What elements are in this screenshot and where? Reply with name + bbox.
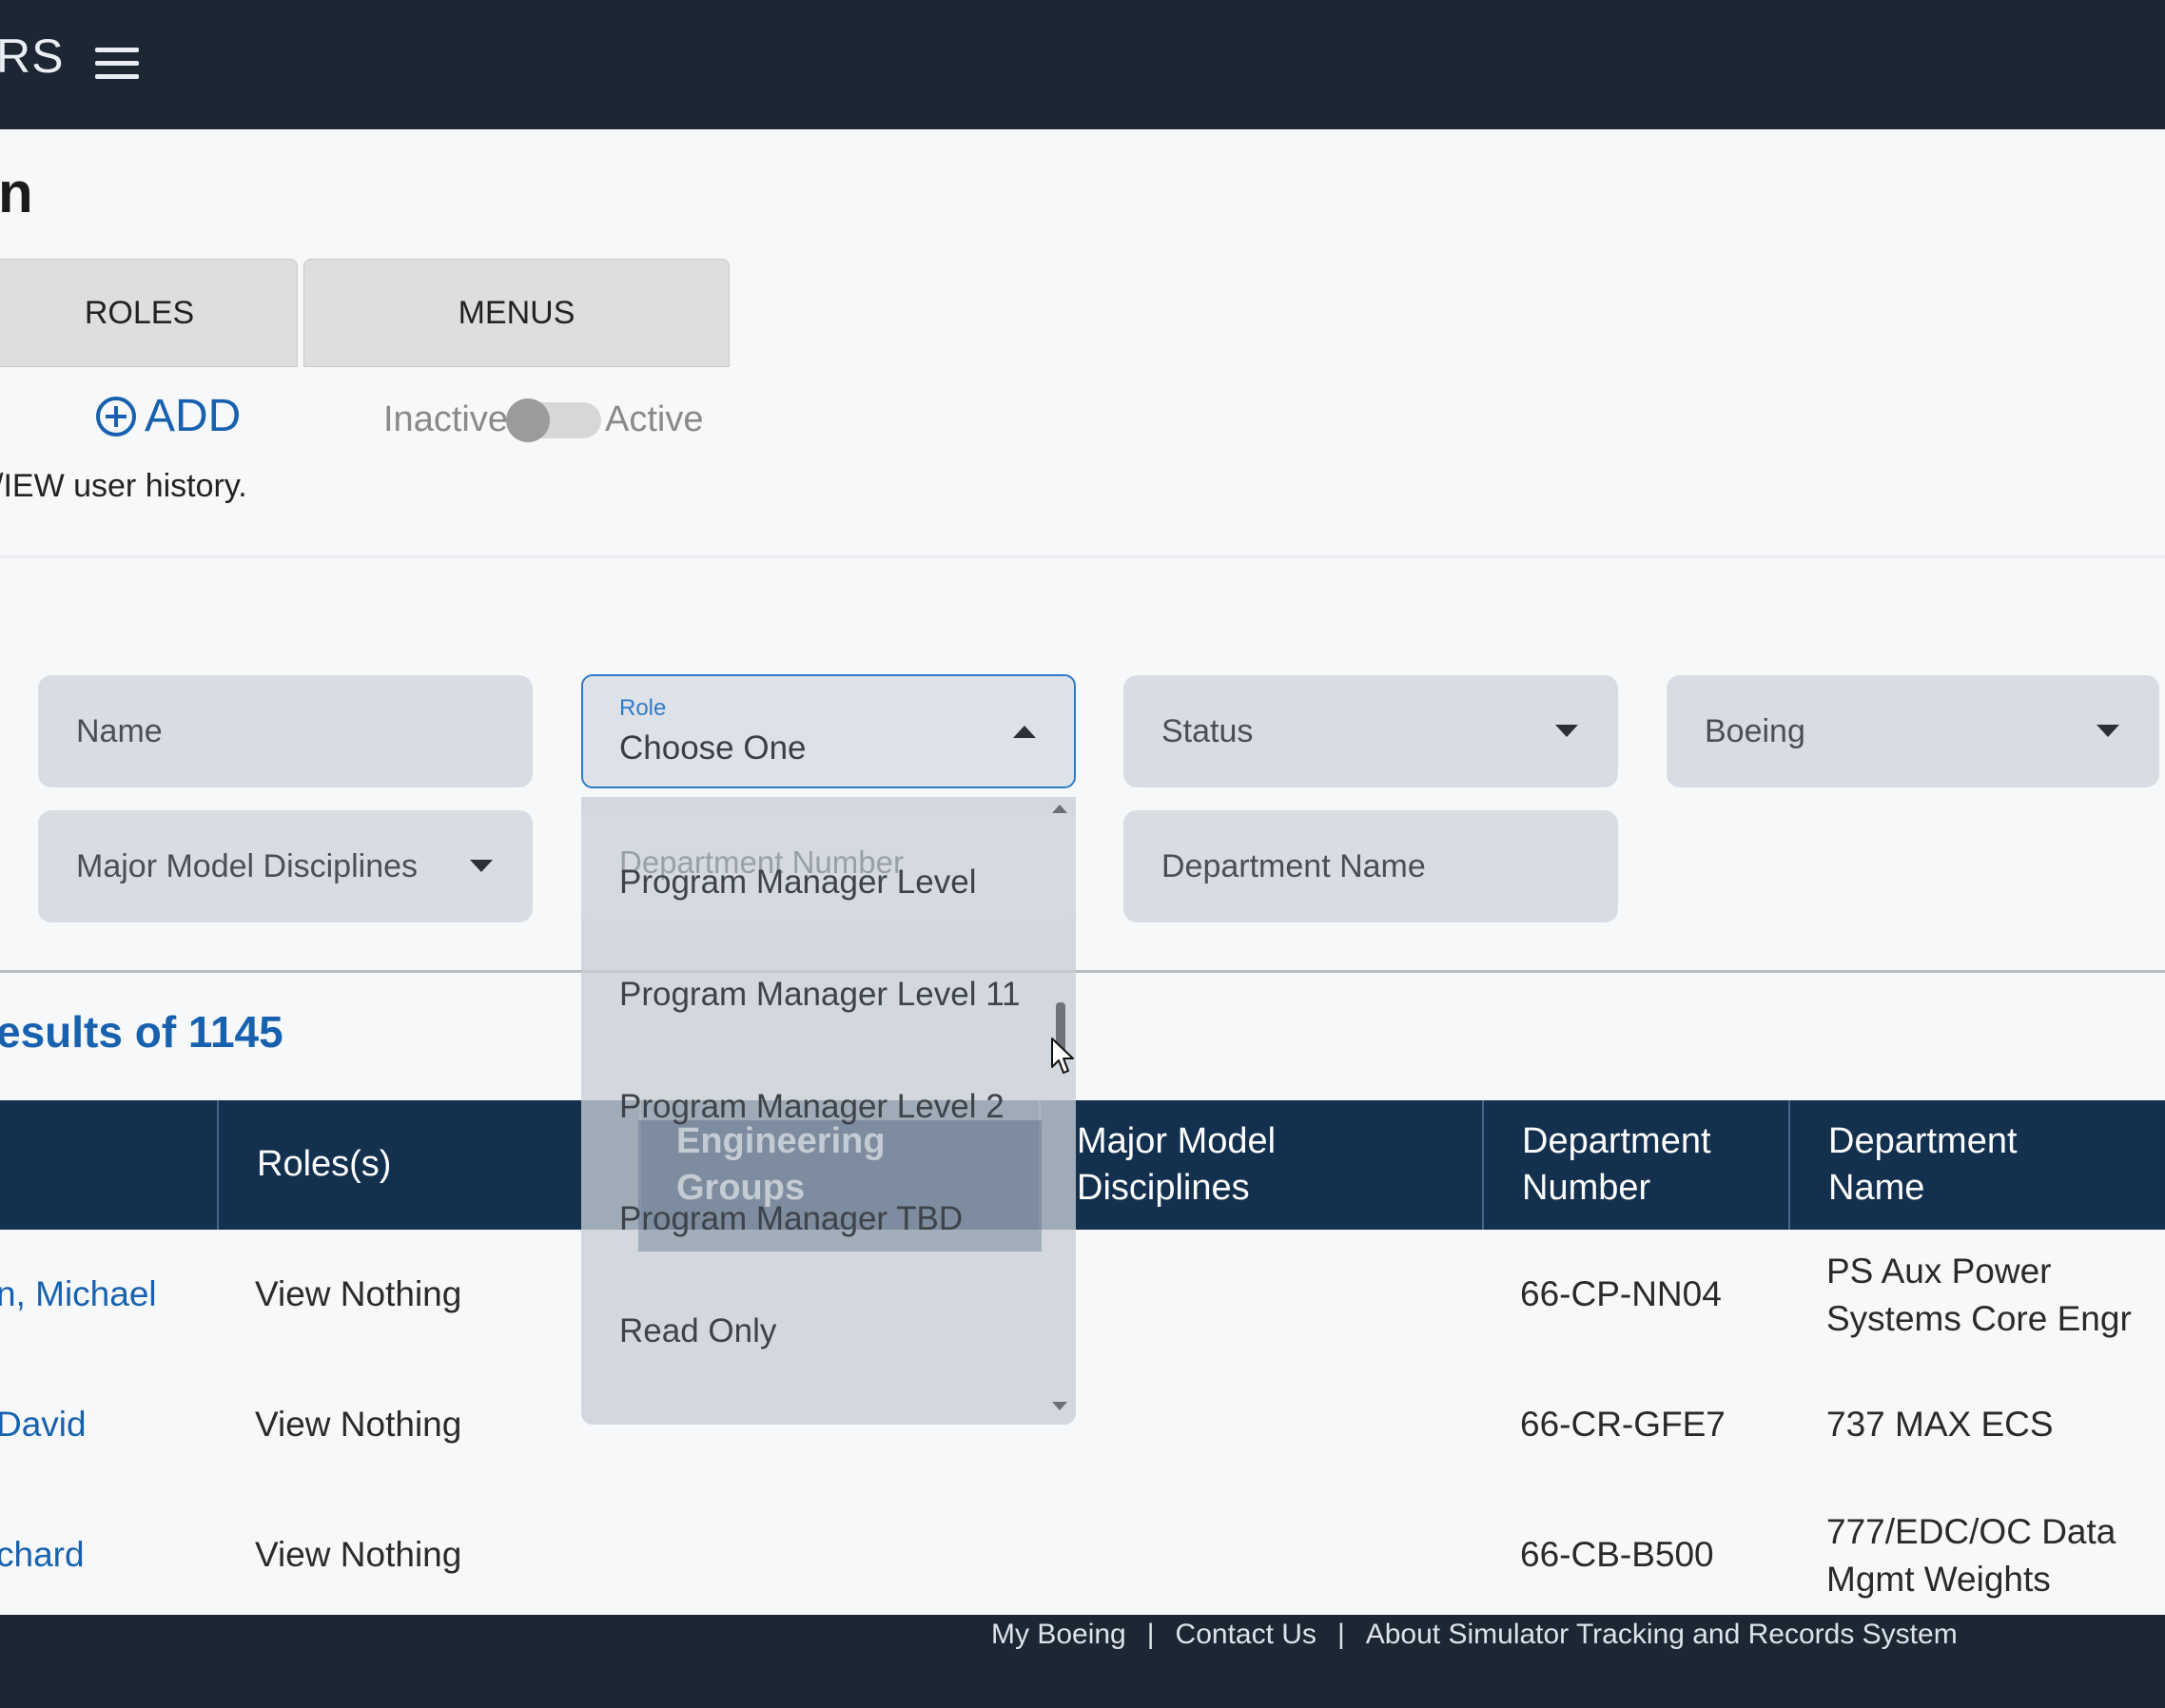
- user-role: View Nothing: [255, 1405, 462, 1444]
- col-header-major-model-disciplines[interactable]: Major Model Disciplines: [1077, 1100, 1362, 1230]
- user-dept-number: 66-CR-GFE7: [1520, 1405, 1726, 1444]
- footer-link-my-boeing[interactable]: My Boeing: [991, 1619, 1126, 1650]
- user-dept-number: 66-CB-B500: [1520, 1535, 1714, 1574]
- user-dept-number: 66-CP-NN04: [1520, 1274, 1722, 1313]
- user-name-link[interactable]: n, Michael: [0, 1271, 157, 1318]
- user-dept-name: 737 MAX ECS: [1826, 1405, 2054, 1444]
- status-select[interactable]: Status: [1123, 675, 1618, 787]
- tab-roles[interactable]: ROLES: [0, 259, 298, 367]
- footer-separator: |: [1336, 1619, 1345, 1650]
- role-option[interactable]: Program Manager Level: [619, 864, 976, 902]
- user-role: View Nothing: [255, 1274, 462, 1313]
- scroll-up-arrow-icon[interactable]: [1052, 805, 1067, 813]
- major-model-disciplines-select[interactable]: Major Model Disciplines: [38, 810, 533, 922]
- plus-circle-icon: [96, 396, 136, 437]
- add-button[interactable]: ADD: [95, 390, 241, 442]
- role-option[interactable]: Program Manager Level 11: [619, 976, 1021, 1014]
- role-option[interactable]: Program Manager TBD: [619, 1200, 963, 1238]
- user-name-link[interactable]: David: [0, 1401, 87, 1448]
- footer-link-contact-us[interactable]: Contact Us: [1176, 1619, 1317, 1650]
- app-logo-text[interactable]: RS: [0, 29, 64, 84]
- name-filter-input[interactable]: Name: [38, 675, 533, 787]
- company-select-value: Boeing: [1705, 712, 1805, 749]
- hamburger-menu-icon[interactable]: [95, 48, 139, 80]
- department-name-placeholder: Department Name: [1161, 847, 1426, 884]
- department-name-input[interactable]: Department Name: [1123, 810, 1618, 922]
- mmd-select-placeholder: Major Model Disciplines: [76, 847, 419, 884]
- col-header-department-number[interactable]: Department Number: [1522, 1100, 1769, 1230]
- user-dept-name: 777/EDC/OC Data Mgmt Weights: [1826, 1512, 2116, 1599]
- add-button-label: ADD: [145, 391, 242, 441]
- caret-down-icon: [470, 860, 493, 872]
- table-header: Roles(s) Major Model Disciplines Departm…: [0, 1100, 2165, 1230]
- col-header-engineering-groups: Engineering Groups: [676, 1121, 886, 1209]
- user-role: View Nothing: [255, 1535, 462, 1574]
- column-divider: [1482, 1100, 1484, 1230]
- col-header-department-name[interactable]: Department Name: [1828, 1100, 2114, 1230]
- col-header-roles[interactable]: Roles(s): [257, 1100, 571, 1230]
- role-select[interactable]: Role Choose One: [581, 674, 1076, 788]
- history-hint-text: /IEW user history.: [0, 468, 247, 504]
- page-title: n: [0, 161, 33, 224]
- section-divider: [0, 555, 2165, 558]
- caret-down-icon: [2097, 725, 2119, 737]
- user-name-link[interactable]: chard: [0, 1531, 85, 1579]
- role-option[interactable]: Read Only: [619, 1312, 776, 1350]
- results-divider: [0, 970, 2165, 973]
- toggle-knob: [505, 398, 550, 442]
- footer-separator: |: [1146, 1619, 1155, 1650]
- results-count: esults of 1145: [0, 1007, 283, 1057]
- active-toggle-group: Inactive Active: [383, 398, 704, 442]
- toggle-active-label: Active: [604, 399, 704, 439]
- scroll-down-arrow-icon[interactable]: [1052, 1402, 1067, 1410]
- column-divider: [217, 1100, 219, 1230]
- active-toggle[interactable]: [505, 398, 601, 442]
- role-dropdown-list[interactable]: Department Number Engineering Groups Pro…: [581, 797, 1076, 1425]
- name-filter-placeholder: Name: [76, 712, 163, 749]
- mouse-cursor-icon: [1051, 1038, 1074, 1074]
- footer-link-about[interactable]: About Simulator Tracking and Records Sys…: [1366, 1619, 1958, 1650]
- user-dept-name: PS Aux Power Systems Core Engr: [1826, 1252, 2132, 1338]
- toggle-inactive-label: Inactive: [383, 399, 508, 439]
- tab-menus[interactable]: MENUS: [303, 259, 730, 367]
- top-nav-bar: RS: [0, 0, 2165, 129]
- caret-down-icon: [1555, 725, 1578, 737]
- role-select-value: Choose One: [619, 729, 807, 767]
- caret-up-icon: [1013, 726, 1036, 738]
- status-select-placeholder: Status: [1161, 712, 1254, 749]
- company-select[interactable]: Boeing: [1667, 675, 2159, 787]
- footer-links: My Boeing | Contact Us | About Simulator Tra…: [991, 1619, 1958, 1651]
- role-select-label: Role: [619, 695, 667, 721]
- role-option[interactable]: Program Manager Level 2: [619, 1088, 1004, 1126]
- column-divider: [1788, 1100, 1790, 1230]
